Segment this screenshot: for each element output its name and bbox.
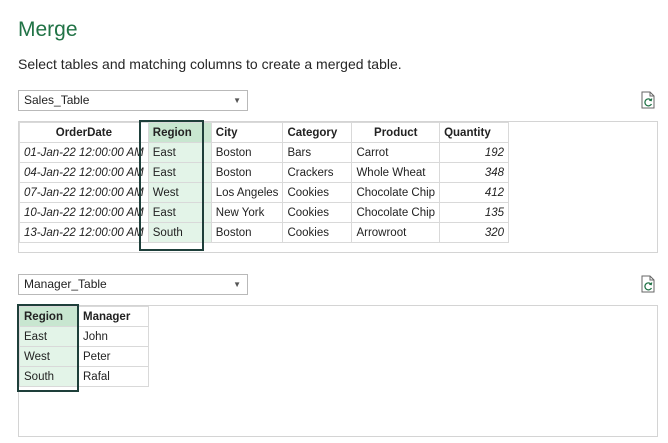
- table-row: West Peter: [19, 346, 149, 367]
- table-cell: John: [78, 326, 149, 347]
- table-cell: Cookies: [282, 222, 353, 243]
- table1-preview-panel: OrderDate Region City Category Product Q…: [18, 121, 658, 253]
- table-row: 04-Jan-22 12:00:00 AM East Boston Crackers W…: [19, 162, 510, 183]
- table-cell: 13-Jan-22 12:00:00 AM: [19, 222, 149, 243]
- table-cell: Peter: [78, 346, 149, 367]
- table-cell: South: [147, 222, 212, 243]
- table-cell: East: [19, 326, 79, 347]
- table-cell: 412: [439, 182, 510, 203]
- column-header[interactable]: Product: [351, 122, 441, 143]
- table1-dropdown[interactable]: Sales_Table ▼: [18, 90, 248, 111]
- column-header[interactable]: City: [210, 122, 284, 143]
- table2-preview-panel: Region Manager East John West Peter South Raf…: [18, 305, 658, 437]
- table-cell: Cookies: [282, 202, 353, 223]
- table1-dropdown-value: Sales_Table: [24, 93, 90, 107]
- table-cell: Whole Wheat: [351, 162, 441, 183]
- table-cell: 192: [439, 142, 510, 163]
- table-row: 10-Jan-22 12:00:00 AM East New York Cookies…: [19, 202, 510, 223]
- table-cell: 07-Jan-22 12:00:00 AM: [19, 182, 149, 203]
- table-cell: Cookies: [282, 182, 353, 203]
- table2-dropdown-value: Manager_Table: [24, 277, 107, 291]
- column-header[interactable]: Manager: [78, 306, 149, 327]
- table-row: East John: [19, 326, 149, 347]
- refresh-preview-icon[interactable]: [640, 91, 656, 109]
- refresh-preview-icon[interactable]: [640, 275, 656, 293]
- table-cell: 348: [439, 162, 510, 183]
- table-row: 13-Jan-22 12:00:00 AM South Boston Cookies A…: [19, 222, 510, 243]
- table-cell: Arrowroot: [351, 222, 441, 243]
- table1-header-row: OrderDate Region City Category Product Q…: [19, 122, 510, 143]
- table-cell: West: [19, 346, 79, 367]
- column-header-selected[interactable]: Region: [19, 306, 79, 327]
- table-cell: East: [147, 162, 212, 183]
- table-cell: West: [147, 182, 212, 203]
- table-cell: Chocolate Chip: [351, 182, 441, 203]
- chevron-down-icon: ▼: [233, 96, 241, 105]
- table2-header-row: Region Manager: [19, 306, 149, 327]
- table-row: 07-Jan-22 12:00:00 AM West Los Angeles Cook…: [19, 182, 510, 203]
- table-cell: Carrot: [351, 142, 441, 163]
- table2-preview: Region Manager East John West Peter South Raf…: [19, 306, 149, 387]
- table-cell: South: [19, 366, 79, 387]
- table1-preview: OrderDate Region City Category Product Q…: [19, 122, 510, 243]
- column-header[interactable]: Quantity: [439, 122, 510, 143]
- column-header-selected[interactable]: Region: [147, 122, 212, 143]
- table-row: 01-Jan-22 12:00:00 AM East Boston Bars Carro…: [19, 142, 510, 163]
- table-cell: 04-Jan-22 12:00:00 AM: [19, 162, 149, 183]
- table-cell: Boston: [210, 162, 284, 183]
- dialog-subtitle: Select tables and matching columns to cr…: [18, 56, 402, 72]
- table-cell: 135: [439, 202, 510, 223]
- dialog-title: Merge: [18, 18, 78, 41]
- table-cell: East: [147, 142, 212, 163]
- table-cell: Rafal: [78, 366, 149, 387]
- table-row: South Rafal: [19, 366, 149, 387]
- table-cell: East: [147, 202, 212, 223]
- table-cell: Crackers: [282, 162, 353, 183]
- table-cell: Boston: [210, 142, 284, 163]
- table-cell: Chocolate Chip: [351, 202, 441, 223]
- column-header[interactable]: Category: [282, 122, 353, 143]
- table-cell: New York: [210, 202, 284, 223]
- table-cell: 320: [439, 222, 510, 243]
- chevron-down-icon: ▼: [233, 280, 241, 289]
- table2-dropdown[interactable]: Manager_Table ▼: [18, 274, 248, 295]
- table-cell: Los Angeles: [210, 182, 284, 203]
- column-header[interactable]: OrderDate: [19, 122, 149, 143]
- table-cell: 01-Jan-22 12:00:00 AM: [19, 142, 149, 163]
- table-cell: Bars: [282, 142, 353, 163]
- table-cell: 10-Jan-22 12:00:00 AM: [19, 202, 149, 223]
- table-cell: Boston: [210, 222, 284, 243]
